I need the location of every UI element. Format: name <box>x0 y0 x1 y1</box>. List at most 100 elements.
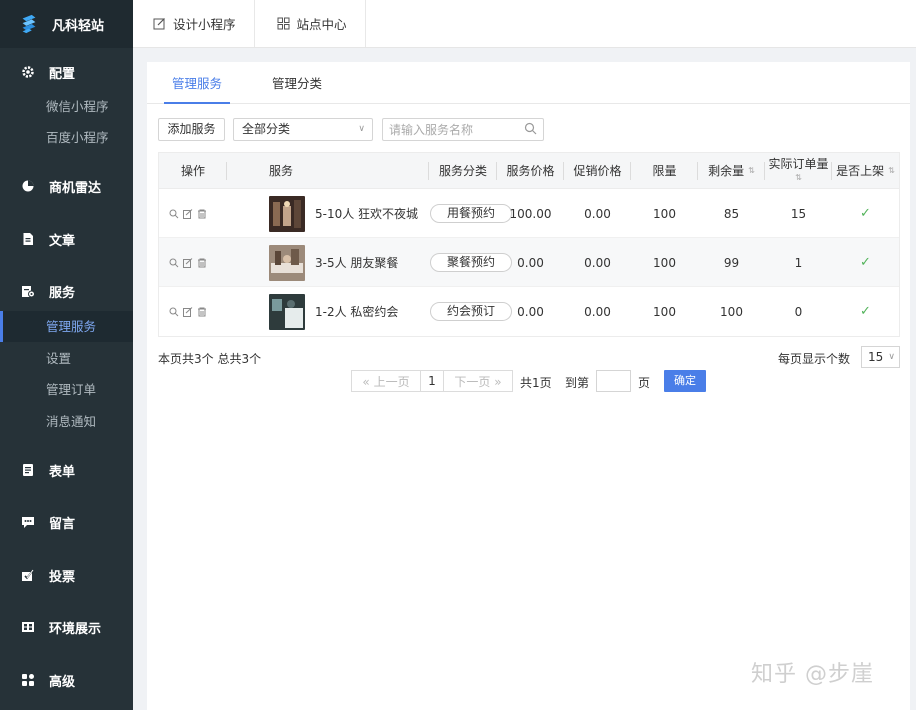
topbar: 设计小程序 站点中心 <box>133 0 916 48</box>
row-actions <box>159 238 227 287</box>
sort-icon: ⇅ <box>795 173 802 182</box>
row-orders: 1 <box>794 255 803 270</box>
row-listed: ✓ <box>832 189 899 238</box>
prev-page-button[interactable]: « 上一页 <box>351 370 421 392</box>
nav-message[interactable]: 留言 <box>0 512 133 532</box>
col-service: 服务 <box>227 153 429 189</box>
col-listed[interactable]: 是否上架 ⇅ <box>832 153 899 189</box>
confirm-button[interactable]: 确定 <box>664 370 706 392</box>
page-summary: 本页共3个 总共3个 <box>158 352 262 366</box>
sidebar: 凡科轻站 配置 微信小程序 百度小程序 商机雷达 文章 服务 管理服务 设置 管… <box>0 0 133 710</box>
row-promo: 0.00 <box>584 255 611 270</box>
gear-icon <box>21 65 35 79</box>
row-price: 100.00 <box>509 206 552 221</box>
brand[interactable]: 凡科轻站 <box>0 0 133 48</box>
edit-icon[interactable] <box>183 208 193 219</box>
row-price: 0.00 <box>517 304 544 319</box>
main-panel: 管理服务 管理分类 添加服务 全部分类 ∨ 操作 服务 服务分类 服务价格 促销… <box>147 62 910 710</box>
nav-label-gallery: 环境展示 <box>49 621 102 637</box>
nav-advanced[interactable]: 高级 <box>0 670 133 690</box>
check-icon: ✓ <box>860 304 871 319</box>
nav-label-article: 文章 <box>49 233 76 249</box>
service-thumbnail <box>269 195 305 232</box>
tab-design-miniprogram[interactable]: 设计小程序 <box>133 0 255 47</box>
col-listed-label: 是否上架 <box>836 164 885 178</box>
search-box <box>382 118 544 141</box>
delete-icon[interactable] <box>197 307 207 317</box>
col-promo: 促销价格 <box>564 153 631 189</box>
nav-service[interactable]: 服务 <box>0 281 133 301</box>
nav-article[interactable]: 文章 <box>0 229 133 249</box>
edit-icon[interactable] <box>183 306 193 317</box>
brand-name: 凡科轻站 <box>52 18 105 34</box>
tab-site-center[interactable]: 站点中心 <box>255 0 366 47</box>
row-listed: ✓ <box>832 238 899 287</box>
goto-page-input[interactable] <box>596 370 631 392</box>
search-icon[interactable] <box>169 209 179 219</box>
delete-icon[interactable] <box>197 258 207 268</box>
col-remaining[interactable]: 剩余量 ⇅ <box>698 153 765 189</box>
row-service: 1-2人 私密约会 <box>269 287 429 336</box>
per-page-select[interactable]: 15 ∨ <box>861 346 900 368</box>
sidebar-item-manage-service[interactable]: 管理服务 <box>0 311 133 342</box>
col-orders[interactable]: 实际订单量 ⇅ <box>765 153 832 189</box>
nav-label-advanced: 高级 <box>49 674 76 690</box>
service-icon <box>21 284 35 298</box>
sidebar-item-orders[interactable]: 管理订单 <box>0 374 133 405</box>
nav-gallery[interactable]: 环境展示 <box>0 617 133 637</box>
tab-manage-service[interactable]: 管理服务 <box>164 62 230 104</box>
per-page-label: 每页显示个数 <box>778 352 851 366</box>
row-service: 3-5人 朋友聚餐 <box>269 238 429 287</box>
page-number-button[interactable]: 1 <box>420 370 444 392</box>
next-page-button[interactable]: 下一页 » <box>443 370 513 392</box>
search-icon[interactable] <box>524 122 537 135</box>
tab-design-label: 设计小程序 <box>173 17 236 32</box>
row-limit: 100 <box>653 304 676 319</box>
edit-icon[interactable] <box>183 257 193 268</box>
search-input[interactable] <box>383 119 513 140</box>
chevron-down-icon: ∨ <box>358 124 365 134</box>
sort-icon: ⇅ <box>748 166 755 175</box>
row-remaining: 100 <box>720 304 743 319</box>
grid-icon <box>277 17 290 30</box>
category-select[interactable]: 全部分类 ∨ <box>233 118 373 141</box>
service-name[interactable]: 1-2人 私密约会 <box>315 303 398 320</box>
tab-site-label: 站点中心 <box>296 17 347 32</box>
add-service-button[interactable]: 添加服务 <box>158 118 225 141</box>
form-icon <box>21 463 35 477</box>
sidebar-item-baidu[interactable]: 百度小程序 <box>0 122 133 153</box>
nav-form[interactable]: 表单 <box>0 460 133 480</box>
sidebar-item-settings[interactable]: 设置 <box>0 343 133 374</box>
nav-label-service: 服务 <box>49 285 76 301</box>
goto-label: 到第 <box>565 376 590 390</box>
nav-label-vote: 投票 <box>49 569 76 585</box>
delete-icon[interactable] <box>197 209 207 219</box>
service-name[interactable]: 3-5人 朋友聚餐 <box>315 254 398 271</box>
per-page-value: 15 <box>868 350 884 364</box>
tab-manage-category[interactable]: 管理分类 <box>265 62 329 104</box>
gallery-icon <box>21 620 35 634</box>
row-orders: 0 <box>794 304 803 319</box>
apps-icon <box>21 673 35 687</box>
nav-vote[interactable]: 投票 <box>0 565 133 585</box>
col-category: 服务分类 <box>429 153 497 189</box>
nav-label-radar: 商机雷达 <box>49 180 102 196</box>
document-icon <box>21 232 35 246</box>
check-icon: ✓ <box>860 206 871 221</box>
row-listed: ✓ <box>832 287 899 336</box>
nav-radar[interactable]: 商机雷达 <box>0 176 133 196</box>
sidebar-item-wechat[interactable]: 微信小程序 <box>0 91 133 122</box>
search-icon[interactable] <box>169 307 179 317</box>
service-name[interactable]: 5-10人 狂欢不夜城 <box>315 205 418 222</box>
table-row: 5-10人 狂欢不夜城 用餐预约 100.00 0.00 100 85 15 ✓ <box>159 189 899 238</box>
table-row: 1-2人 私密约会 约会预订 0.00 0.00 100 100 0 ✓ <box>159 287 899 336</box>
nav-config[interactable]: 配置 <box>0 62 133 82</box>
row-actions <box>159 287 227 336</box>
sidebar-item-notifications[interactable]: 消息通知 <box>0 406 133 437</box>
row-price: 0.00 <box>517 255 544 270</box>
vote-icon <box>21 568 35 582</box>
content-tabs: 管理服务 管理分类 <box>147 62 910 104</box>
search-icon[interactable] <box>169 258 179 268</box>
total-pages: 共1页 <box>520 376 552 390</box>
watermark: 知乎 @步崖 <box>751 662 874 687</box>
